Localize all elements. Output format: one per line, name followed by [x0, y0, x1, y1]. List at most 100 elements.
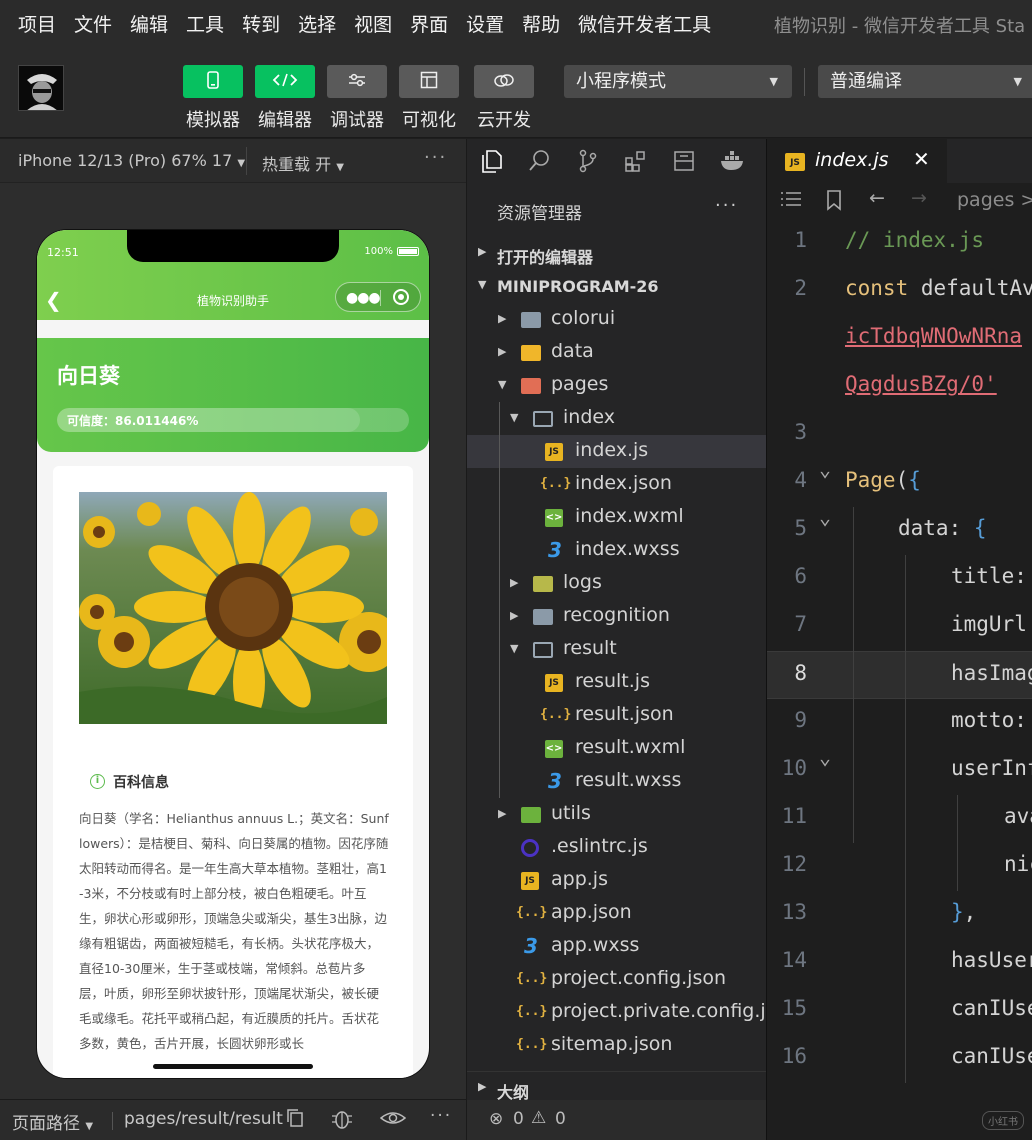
code-line[interactable]: 15 canIUse: [767, 987, 1032, 1035]
menu-interface[interactable]: 界面: [410, 10, 448, 37]
chevron-right-icon: ▶: [498, 807, 507, 820]
forward-arrow-icon[interactable]: →: [911, 187, 927, 209]
list-icon[interactable]: [779, 189, 803, 214]
mode-select[interactable]: 小程序模式 ▼: [564, 65, 792, 98]
tree-item-result-wxml[interactable]: <> result.wxml: [467, 732, 767, 765]
tree-item-app-js[interactable]: JS app.js: [467, 864, 767, 897]
menu-goto[interactable]: 转到: [242, 10, 280, 37]
tree-item-result-js[interactable]: JS result.js: [467, 666, 767, 699]
tree-item-pages[interactable]: ▼ pages: [467, 369, 767, 402]
docker-icon[interactable]: [719, 148, 745, 174]
device-select[interactable]: iPhone 12/13 (Pro) 67% 17 ▼: [18, 151, 245, 170]
tree-item-index-wxss[interactable]: 3 index.wxss: [467, 534, 767, 567]
code-line[interactable]: 4 ⌄ Page({: [767, 457, 1032, 507]
tree-item-result-json[interactable]: {..} result.json: [467, 699, 767, 732]
hot-reload-select[interactable]: 热重载 开 ▼: [262, 151, 344, 175]
storage-icon[interactable]: [671, 148, 697, 174]
code-line[interactable]: 14 hasUser: [767, 939, 1032, 987]
tree-item-index-wxml[interactable]: <> index.wxml: [467, 501, 767, 534]
capsule-menu-icon[interactable]: ●●●: [346, 290, 381, 306]
footer-more-button[interactable]: ···: [430, 1106, 452, 1126]
problems-status[interactable]: ⊗ 0 ⚠ 0: [467, 1100, 767, 1140]
cloud-dev-toggle-button[interactable]: [474, 65, 534, 98]
tree-item-index[interactable]: ▼ index: [467, 402, 767, 435]
page-path-select[interactable]: 页面路径 ▼: [12, 1109, 93, 1134]
code-line[interactable]: 1 // index.js: [767, 219, 1032, 267]
tree-item-result[interactable]: ▼ result: [467, 633, 767, 666]
chevron-down-icon: ▼: [478, 278, 487, 291]
phone-notch: [127, 230, 339, 262]
user-avatar[interactable]: [18, 65, 64, 111]
tree-item-project-private-config-js[interactable]: {..} project.private.config.js...: [467, 996, 794, 1029]
code-text: canIUse: [951, 996, 1032, 1020]
menu-edit[interactable]: 编辑: [130, 10, 168, 37]
tree-item-index-json[interactable]: {..} index.json: [467, 468, 767, 501]
code-line[interactable]: 10 ⌄ userInf: [767, 745, 1032, 795]
tab-index-js[interactable]: JS index.js ✕: [767, 139, 947, 183]
search-icon[interactable]: [527, 148, 553, 174]
tree-item-recognition[interactable]: ▶ recognition: [467, 600, 767, 633]
menu-settings[interactable]: 设置: [466, 10, 504, 37]
project-section[interactable]: ▼ MINIPROGRAM-26: [467, 270, 767, 303]
code-line[interactable]: 6 title:: [767, 555, 1032, 603]
close-icon[interactable]: ✕: [913, 147, 930, 171]
bug-icon[interactable]: [330, 1108, 354, 1135]
menu-tools[interactable]: 工具: [186, 10, 224, 37]
menu-help[interactable]: 帮助: [522, 10, 560, 37]
code-line[interactable]: icTdbqWNOwNRna: [767, 315, 1032, 363]
code-line[interactable]: 8 hasImag: [767, 651, 1032, 699]
editor-toggle-button[interactable]: [255, 65, 315, 98]
simulator-panel: iPhone 12/13 (Pro) 67% 17 ▼ 热重载 开 ▼ ··· …: [0, 139, 466, 1099]
fold-chevron-icon[interactable]: ⌄: [819, 745, 831, 769]
code-line[interactable]: 9 motto:: [767, 699, 1032, 747]
code-line[interactable]: QagdusBZg/0': [767, 363, 1032, 411]
copy-icon[interactable]: [286, 1108, 304, 1133]
tree-item-result-wxss[interactable]: 3 result.wxss: [467, 765, 767, 798]
code-line[interactable]: 2 const defaultAv: [767, 267, 1032, 315]
menu-select[interactable]: 选择: [298, 10, 336, 37]
simulator-toggle-button[interactable]: [183, 65, 243, 98]
tree-item-label: index: [563, 406, 615, 428]
code-line[interactable]: 7 imgUrl: [767, 603, 1032, 651]
tree-item-eslintrc-js[interactable]: .eslintrc.js: [467, 831, 767, 864]
tree-item-data[interactable]: ▶ data: [467, 336, 767, 369]
extensions-icon[interactable]: [623, 148, 649, 174]
tree-item-logs[interactable]: ▶ logs: [467, 567, 767, 600]
code-line[interactable]: 3: [767, 411, 1032, 459]
fold-chevron-icon[interactable]: ⌄: [819, 505, 831, 529]
bookmark-icon[interactable]: [825, 189, 843, 216]
menu-wechat-devtools[interactable]: 微信开发者工具: [578, 10, 711, 37]
eye-icon[interactable]: [379, 1108, 407, 1133]
code-line[interactable]: 11 ava: [767, 795, 1032, 843]
line-number: 13: [781, 900, 807, 924]
code-line[interactable]: 13},: [767, 891, 1032, 939]
tree-item-sitemap-json[interactable]: {..} sitemap.json: [467, 1029, 767, 1062]
back-arrow-icon[interactable]: ←: [869, 187, 885, 209]
capsule-close-icon[interactable]: [393, 289, 409, 305]
explorer-more-button[interactable]: ···: [715, 195, 738, 216]
code-line[interactable]: 5 ⌄ data: {: [767, 505, 1032, 555]
menu-file[interactable]: 文件: [74, 10, 112, 37]
breadcrumb[interactable]: pages >: [957, 189, 1032, 211]
open-editors-section[interactable]: ▶ 打开的编辑器: [467, 237, 767, 270]
visual-toggle-button[interactable]: [399, 65, 459, 98]
source-control-icon[interactable]: [575, 148, 601, 174]
code-line[interactable]: 12 nic: [767, 843, 1032, 891]
simulator-more-button[interactable]: ···: [424, 147, 447, 168]
code-line[interactable]: 16 canIUse: [767, 1035, 1032, 1083]
tree-item-project-config-json[interactable]: {..} project.config.json: [467, 963, 767, 996]
files-icon[interactable]: [479, 148, 505, 174]
tree-item-utils[interactable]: ▶ utils: [467, 798, 767, 831]
compile-select[interactable]: 普通编译 ▼: [818, 65, 1032, 98]
tree-item-label: result.wxss: [575, 769, 682, 791]
menu-view[interactable]: 视图: [354, 10, 392, 37]
tree-item-app-wxss[interactable]: 3 app.wxss: [467, 930, 767, 963]
tree-item-index-js[interactable]: JS index.js: [467, 435, 767, 468]
line-number: 1: [794, 228, 807, 252]
fold-chevron-icon[interactable]: ⌄: [819, 457, 831, 481]
debugger-toggle-button[interactable]: [327, 65, 387, 98]
tree-item-app-json[interactable]: {..} app.json: [467, 897, 767, 930]
tree-item-colorui[interactable]: ▶ colorui: [467, 303, 767, 336]
confidence-bar: 可信度：86.011446%: [57, 408, 409, 432]
menu-project[interactable]: 项目: [18, 10, 56, 37]
